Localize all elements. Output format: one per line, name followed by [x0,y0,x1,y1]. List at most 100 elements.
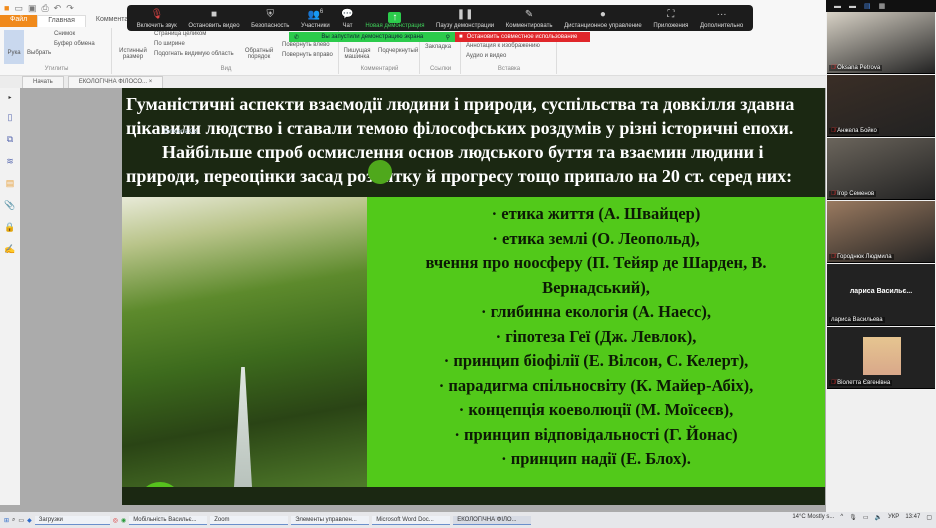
layers-icon[interactable]: ≋ [6,156,14,167]
typewriter-button[interactable]: Пишущая машинка [342,48,372,60]
chrome-icon[interactable]: ◉ [121,517,126,524]
bookmark-button[interactable]: Закладка [425,44,451,50]
thumbnails-icon[interactable]: ⧉ [7,134,13,145]
gallery-view-icon[interactable]: ▦ [879,2,886,10]
speaker-view-icon[interactable]: ▤ [864,2,871,10]
list-item: · етика землі (О. Леопольд), [492,228,700,248]
label: Паузу демонстрации [436,23,495,29]
image-annotation-button[interactable]: Аннотация к изображению [466,43,540,49]
participants-count: 6 [319,9,324,15]
sign-icon[interactable]: ✍ [4,244,15,255]
label: Безопасность [251,23,290,29]
apps-button[interactable]: ⛶ Приложения [653,9,688,29]
chevron-up-icon[interactable]: ^ [840,514,843,521]
start-icon[interactable]: ⊞ [4,517,9,524]
snapshot-button[interactable]: Снимок [54,31,75,37]
security-button[interactable]: ⛨ Безопасность [251,9,289,29]
taskbar-app[interactable]: Microsoft Word Doc... [372,515,451,525]
chat-button[interactable]: 💬 Чат [341,9,353,29]
app-logo-icon: ■ [4,3,10,13]
notifications-icon[interactable]: ▢ [926,514,932,521]
task-view-icon[interactable]: ▭ [18,517,24,524]
stop-icon: ■ [459,34,463,40]
participant-video[interactable]: 🎙̸ Городнюк Людмила [827,201,935,263]
mic-muted-icon: 🎙 [150,9,164,20]
group-label: Комментарий [360,66,399,72]
windows-taskbar: ⊞ ⌕ ▭ ◆ Загрузки ◎ ◉ Мобільність Васильє… [0,512,936,528]
tab-document-label: ЕКОЛОГІЧНА ФІЛОСО... [78,79,148,85]
tab-start[interactable]: Начать [22,76,64,88]
clock[interactable]: 13:47 [905,514,920,521]
reverse-order-button[interactable]: Обратный порядок [242,48,276,60]
muted-icon: 🎙̸ [831,380,836,386]
pen-icon: ✎ [524,9,534,20]
full-page-button[interactable]: Страница целиком [154,31,206,37]
tab-home[interactable]: Главная [37,15,86,27]
name: лариса Васильева [831,317,883,323]
annotate-button[interactable]: ✎ Комментировать [506,9,553,29]
new-share-button[interactable]: ↑ Новая демонстрация [365,12,424,29]
fit-visible-button[interactable]: Подогнать видимую область [154,51,234,57]
hand-tool-button[interactable]: Рука [4,30,24,64]
language-indicator[interactable]: УКР [888,514,899,521]
participant-video[interactable]: 🎙̸ Анжела Бойко [827,75,935,137]
pin-icon[interactable]: ⚲ [446,34,450,41]
muted-icon: 🎙̸ [831,65,836,71]
undo-icon[interactable]: ↶ [54,3,62,14]
participants-button[interactable]: 👥6 Участники [301,9,330,29]
group-label: Ссылки [429,66,452,72]
rotate-right-button[interactable]: Повернуть вправо [282,52,333,58]
print-icon[interactable]: ⎙ [41,3,48,14]
unmute-button[interactable]: 🎙 Включить звук [137,9,177,29]
expand-icon[interactable]: ▸ [8,94,11,101]
waterfall [234,367,252,487]
redo-icon[interactable]: ↷ [66,3,74,14]
pause-share-button[interactable]: ❚❚ Паузу демонстрации [436,9,494,29]
tab-file[interactable]: Файл [0,15,38,27]
zoom-meeting-toolbar: 🎙 Включить звук ■ Остановить видео ⛨ Безопа… [127,5,753,31]
save-icon[interactable]: ▣ [28,3,37,14]
select-tool-button[interactable]: Выбрать [27,50,51,56]
actual-size-button[interactable]: Истинный размер [118,48,148,60]
stop-video-button[interactable]: ■ Остановить видео [188,9,239,29]
open-icon[interactable]: ▭ [14,3,23,14]
stop-share-button[interactable]: ■ Остановить совместное использование [455,32,590,42]
participant-video[interactable]: 🎙̸ Oksana Petrova [827,12,935,74]
pages-icon[interactable]: ▯ [8,112,13,123]
remote-control-button[interactable]: ● Дистанционное управление [564,9,642,29]
volume-icon[interactable]: 🔈 [875,514,882,521]
store-icon[interactable]: ◆ [27,517,32,524]
tab-document[interactable]: ЕКОЛОГІЧНА ФІЛОСО... × [67,76,164,88]
weather-widget[interactable]: 14°C Mostly s... [792,514,834,521]
lock-icon[interactable]: 🔒 [4,222,15,233]
audio-video-button[interactable]: Аудио и видео [466,53,506,59]
network-icon[interactable]: ▭ [863,514,869,521]
mic-icon[interactable]: 🎙 [849,514,857,521]
more-button[interactable]: ··· Дополнительно [700,9,743,29]
highlight-button[interactable]: Подчеркнутый [378,48,418,54]
list-item: · глибинна екологія (А. Наесс), [480,302,711,321]
stop-share-label: Остановить совместное использование [466,34,578,40]
close-icon[interactable]: × [149,79,153,85]
taskbar-app[interactable]: ЕКОЛОГІЧНА ФІЛО... [453,515,532,525]
search-icon[interactable]: ⌕ [12,517,15,524]
taskbar-app[interactable]: Загрузки [34,515,110,525]
minimize-icon[interactable]: ▬ [834,3,841,10]
attachment-icon[interactable]: 📎 [4,200,15,211]
strip-view-icon[interactable]: ▬ [849,3,856,10]
taskbar-app[interactable]: Элементы управлен... [291,515,370,525]
clipboard-button[interactable]: Буфер обмена [54,41,95,47]
opera-icon[interactable]: ◎ [113,517,118,524]
taskbar-app[interactable]: Zoom [210,515,289,525]
chat-icon: 💬 [341,9,354,20]
taskbar-app[interactable]: Мобільність Васильє... [129,515,208,525]
rotate-left-button[interactable]: Повернуть влево [282,42,330,48]
participant-video[interactable]: лариса Васильє... лариса Васильева [827,264,935,326]
participant-video[interactable]: 🎙̸ Віолетта Євгенівна [827,327,935,389]
mountain-waterfall-photo [122,197,367,487]
participant-video[interactable]: 🎙̸ Ігор Семенов [827,138,935,200]
fit-width-button[interactable]: По ширине [154,41,185,47]
label: Дополнительно [700,23,744,29]
participant-name: 🎙̸ Анжела Бойко [829,128,879,134]
comments-icon[interactable]: ▤ [6,178,15,189]
